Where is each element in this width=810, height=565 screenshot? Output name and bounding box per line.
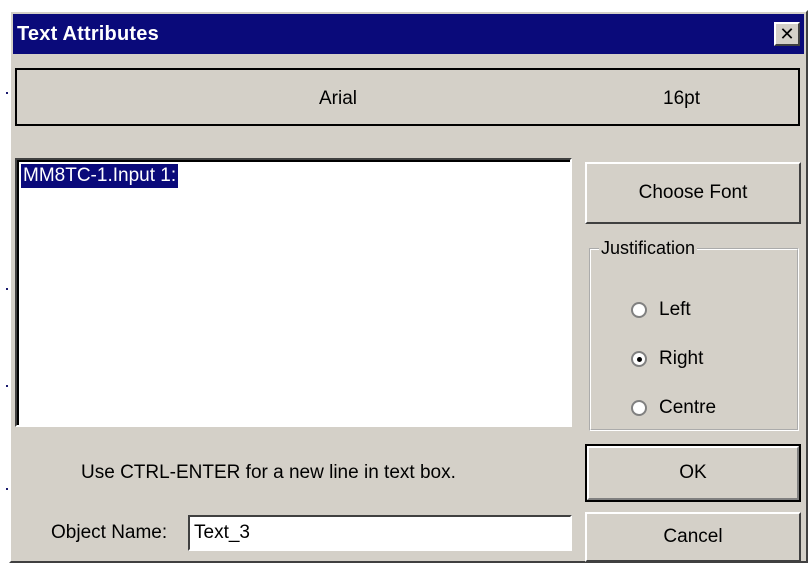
radio-centre-label[interactable]: Centre <box>659 397 716 419</box>
text-box-selected-text[interactable]: MM8TC-1.Input 1: <box>21 164 179 188</box>
close-button[interactable]: ✕ <box>774 22 800 46</box>
radio-centre[interactable]: Centre <box>631 396 716 420</box>
hint-text: Use CTRL-ENTER for a new line in text bo… <box>81 462 456 483</box>
text-box[interactable]: MM8TC-1.Input 1: <box>15 158 572 427</box>
choose-font-button[interactable]: Choose Font <box>585 162 801 224</box>
radio-left[interactable]: Left <box>631 298 691 322</box>
object-name-input[interactable] <box>188 515 572 551</box>
text-attributes-dialog: Text Attributes ✕ Arial 16pt MM8TC-1.Inp… <box>9 10 808 563</box>
ok-button-label: OK <box>679 462 707 483</box>
font-size: 16pt <box>663 88 700 109</box>
radio-centre-indicator[interactable] <box>631 400 647 416</box>
radio-left-label[interactable]: Left <box>659 299 691 321</box>
justification-label: Justification <box>599 238 698 259</box>
radio-right-indicator[interactable] <box>631 351 647 367</box>
font-name: Arial <box>319 88 358 109</box>
object-name-label: Object Name: <box>51 522 168 543</box>
title-bar: Text Attributes ✕ <box>13 14 804 54</box>
ok-button[interactable]: OK <box>585 444 801 502</box>
close-icon: ✕ <box>779 24 795 44</box>
dialog-title: Text Attributes <box>17 23 159 45</box>
radio-left-indicator[interactable] <box>631 302 647 318</box>
font-info-panel: Arial 16pt <box>15 68 800 126</box>
cancel-button[interactable]: Cancel <box>585 512 801 562</box>
justification-group: Justification Left Right Centre <box>589 238 799 431</box>
radio-right[interactable]: Right <box>631 347 703 371</box>
radio-right-label[interactable]: Right <box>659 348 703 370</box>
text-box-frame: MM8TC-1.Input 1: <box>17 160 570 425</box>
background-edge-marks <box>6 40 8 560</box>
